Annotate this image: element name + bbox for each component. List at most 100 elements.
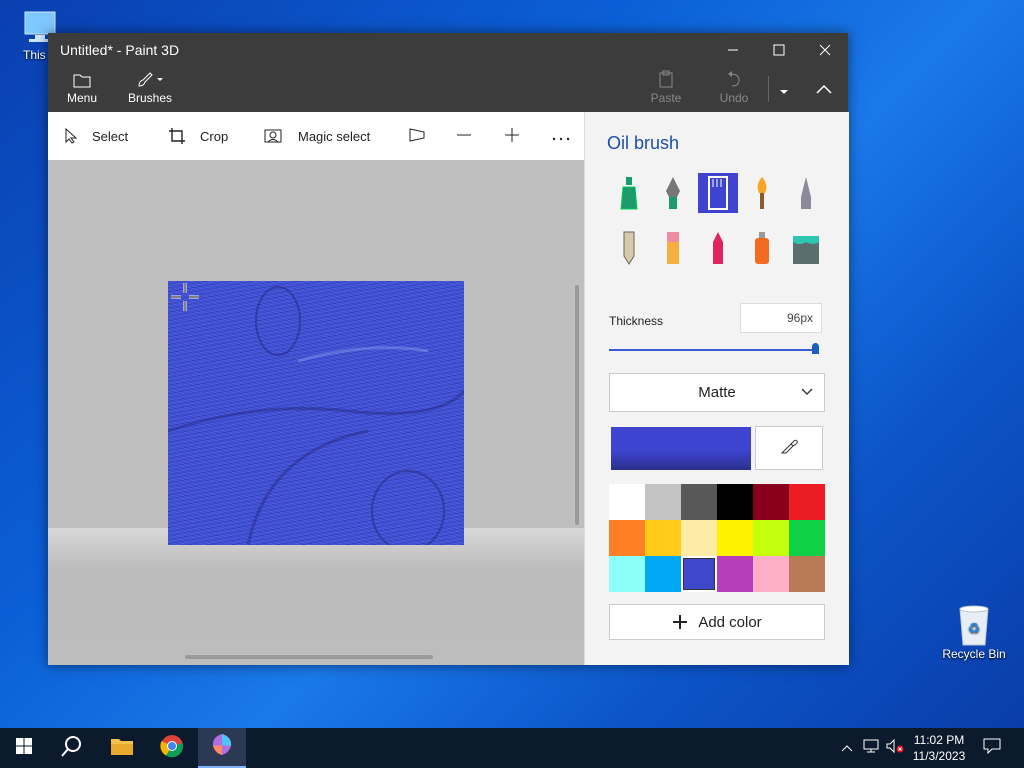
finish-dropdown[interactable]: Matte [609,373,825,412]
chrome-taskbar-button[interactable] [148,728,196,768]
clock-time: 11:02 PM [913,733,965,747]
file-explorer-taskbar-button[interactable] [98,728,146,768]
vertical-scrollbar[interactable] [575,285,579,525]
workspace-floor [48,528,584,665]
undo-button[interactable]: Undo [712,66,756,112]
palette-swatch[interactable] [645,520,681,556]
recycle-bin-icon: ♻ [954,603,994,647]
palette-swatch[interactable] [717,556,753,592]
menu-button[interactable]: Menu [60,66,104,112]
oil-brush-icon[interactable] [698,173,738,213]
folder-icon [60,66,104,88]
palette-swatch[interactable] [645,556,681,592]
chevron-down-icon [774,84,794,98]
crop-tool[interactable]: Crop [168,112,228,160]
palette-swatch[interactable] [609,484,645,520]
start-button[interactable] [0,728,48,768]
palette-swatch[interactable] [609,556,645,592]
palette-swatch[interactable] [753,484,789,520]
flip-view-button[interactable] [408,112,426,160]
select-tool[interactable]: Select [64,112,128,160]
crop-label: Crop [200,128,229,144]
canvas-workspace[interactable] [48,160,584,665]
palette-swatch[interactable] [681,484,717,520]
horizontal-scrollbar[interactable] [185,655,433,659]
collapse-ribbon-button[interactable] [808,66,840,112]
palette-swatch[interactable] [717,484,753,520]
chevron-down-icon [800,385,814,403]
show-hidden-icons-button[interactable] [838,728,856,768]
more-ribbon-dropdown[interactable] [774,66,794,112]
chevron-up-icon [841,739,853,757]
magic-select-icon [264,128,284,144]
palette-swatch[interactable] [645,484,681,520]
network-tray-button[interactable] [860,728,882,768]
palette-swatch[interactable] [789,484,825,520]
palette-swatch[interactable] [609,520,645,556]
thickness-label: Thickness [609,314,664,328]
palette-swatch[interactable] [681,556,717,592]
brush-panel: Oil brush Thickness 96px Matte Add color [584,112,849,665]
palette-swatch[interactable] [753,520,789,556]
palette-swatch[interactable] [789,520,825,556]
select-label: Select [92,128,129,144]
crosshair-cursor-icon [171,283,201,318]
eyedropper-button[interactable] [755,426,823,470]
cursor-icon [64,128,78,144]
add-color-button[interactable]: Add color [609,604,825,640]
brushes-label: Brushes [127,91,173,105]
palette-swatch[interactable] [753,556,789,592]
current-color-swatch[interactable] [611,427,751,470]
palette-swatch[interactable] [681,520,717,556]
fill-bucket-icon[interactable] [786,228,826,268]
thickness-input[interactable]: 96px [740,303,822,333]
pencil-icon[interactable] [609,228,649,268]
palette-swatch[interactable] [717,520,753,556]
ellipsis-icon [552,129,570,144]
undo-icon [712,66,756,88]
notifications-button[interactable] [978,728,1006,768]
thickness-slider[interactable] [609,343,819,354]
plus-icon [672,614,688,630]
zoom-in-button[interactable] [504,112,520,160]
paste-icon [644,66,688,88]
search-button[interactable] [48,728,96,768]
more-tools-button[interactable] [552,112,570,160]
chrome-icon [160,734,184,763]
drawing-canvas[interactable] [168,281,464,545]
paste-button[interactable]: Paste [644,66,688,112]
minimize-button[interactable] [710,33,756,66]
taskbar-clock[interactable]: 11:02 PM 11/3/2023 [900,732,978,764]
watercolor-brush-icon[interactable] [742,173,782,213]
paint3d-taskbar-button[interactable] [198,728,246,768]
marker-brush-icon[interactable] [609,173,649,213]
zoom-out-button[interactable] [456,112,472,160]
minus-icon [456,127,472,146]
eraser-icon[interactable] [653,228,693,268]
svg-text:♻: ♻ [968,621,981,637]
crop-icon [168,127,186,145]
windows-logo-icon [15,737,33,760]
brushes-button[interactable]: Brushes [124,66,176,112]
brush-icon [124,66,176,88]
network-icon [862,738,880,759]
magic-select-label: Magic select [298,128,371,144]
magic-select-tool[interactable]: Magic select [264,112,370,160]
search-icon [61,735,83,762]
finish-value: Matte [698,384,736,401]
title-bar[interactable]: Untitled* - Paint 3D [48,33,848,66]
add-color-label: Add color [698,613,762,631]
calligraphy-pen-icon[interactable] [653,173,693,213]
pixel-pen-icon[interactable] [786,173,826,213]
menu-label: Menu [66,91,98,105]
crayon-icon[interactable] [698,228,738,268]
palette-swatch[interactable] [789,556,825,592]
paint3d-window: Untitled* - Paint 3D Menu Brushes Paste … [48,33,849,665]
notification-icon [983,738,1001,759]
maximize-button[interactable] [756,33,802,66]
recycle-bin-desktop-icon[interactable]: ♻ Recycle Bin [939,603,1009,661]
thickness-slider-handle[interactable] [812,343,819,354]
close-button[interactable] [802,33,848,66]
spray-can-icon[interactable] [742,228,782,268]
chevron-up-icon [808,83,840,97]
